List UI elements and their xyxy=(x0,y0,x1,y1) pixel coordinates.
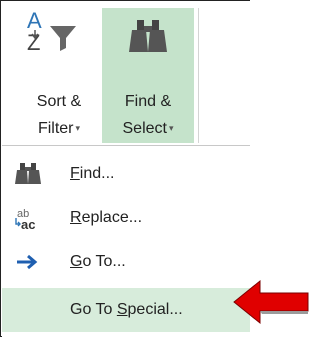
find-select-button[interactable]: Find & Select ▾ xyxy=(102,8,194,143)
chevron-down-icon: ▾ xyxy=(168,123,174,133)
ribbon-divider xyxy=(198,8,199,143)
find-select-label-line2: Select xyxy=(122,120,167,137)
binoculars-icon xyxy=(15,163,41,184)
editing-group: A Z Sort & Filter ▾ Find & Select ▾ xyxy=(2,2,250,145)
arrow-right-icon xyxy=(17,254,38,270)
menu-item-find[interactable]: Find... xyxy=(2,152,250,196)
callout-arrow-icon xyxy=(233,279,309,325)
replace-ab-ac-icon: ab ac xyxy=(15,208,35,230)
excel-ribbon-frame: A Z Sort & Filter ▾ Find & Select ▾ Find… xyxy=(0,0,250,339)
menu-item-go-to-special[interactable]: Go To Special... xyxy=(2,288,250,332)
menu-item-label: Go To Special... xyxy=(70,301,183,318)
menu-item-go-to[interactable]: Go To... xyxy=(2,240,250,284)
find-select-label-line1: Find & xyxy=(124,93,172,110)
svg-text:Z: Z xyxy=(27,30,40,55)
chevron-down-icon: ▾ xyxy=(75,123,81,133)
menu-item-replace[interactable]: ab ac Replace... xyxy=(2,196,250,240)
sort-filter-button[interactable]: A Z Sort & Filter ▾ xyxy=(19,8,99,143)
sort-filter-label-line1: Sort & xyxy=(36,93,82,110)
svg-text:ac: ac xyxy=(21,217,35,230)
menu-item-label: Find... xyxy=(70,165,115,182)
binoculars-icon xyxy=(129,20,167,52)
menu-item-label: Go To... xyxy=(70,253,126,270)
sort-az-filter-icon: A Z xyxy=(27,8,76,55)
menu-item-label: Replace... xyxy=(70,209,143,226)
sort-filter-label-line2: Filter xyxy=(37,120,74,137)
find-select-dropdown-menu: Find... ab ac Replace... Go To... Go To … xyxy=(2,145,250,339)
